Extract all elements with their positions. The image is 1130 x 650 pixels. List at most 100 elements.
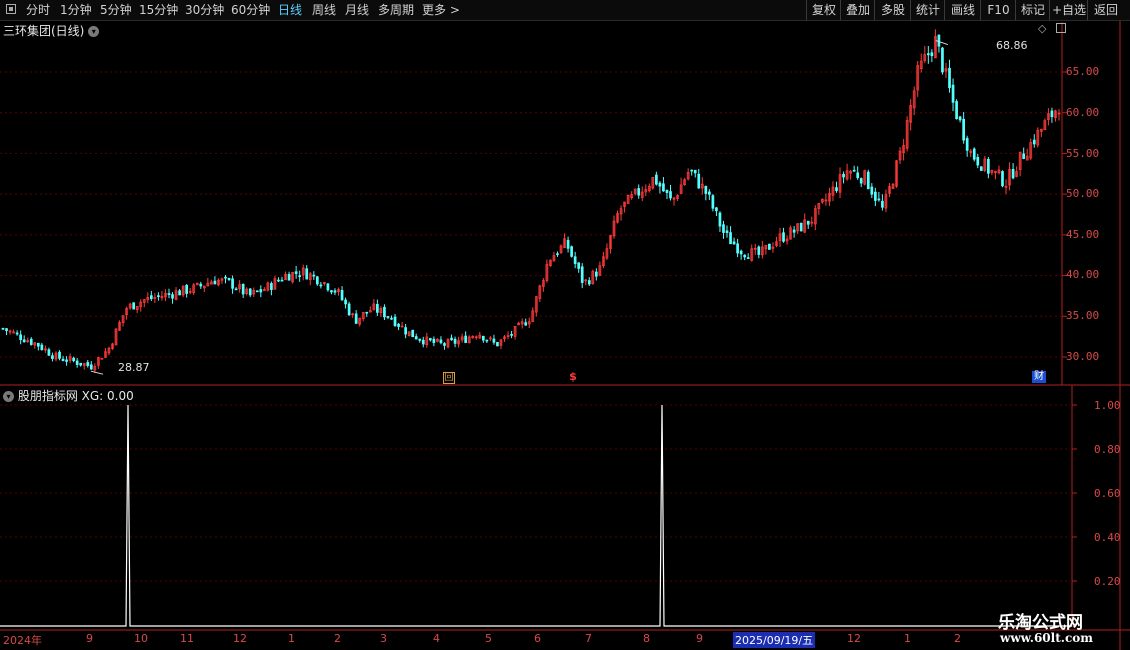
period-tab-weekly[interactable]: 周线 [312,0,336,20]
candle-body [580,266,584,283]
candle-body [213,280,217,285]
candle-body [185,284,189,294]
candle-body [835,187,838,192]
date-label: 4 [433,632,440,645]
date-label: 5 [485,632,492,645]
candle-body [19,334,23,341]
candle-body [979,166,983,171]
low-pointer [90,370,104,375]
candle-body [65,359,68,362]
candle-body [75,360,79,365]
candle-body [89,364,93,370]
back-button[interactable]: 返回 [1087,0,1124,20]
date-label: 12 [847,632,861,645]
candle-body [711,195,715,209]
date-label: 6 [534,632,541,645]
multi-stock-button[interactable]: 多股 [874,0,911,20]
diamond-icon[interactable]: ◇ [1038,22,1046,35]
candle-body [1032,139,1036,145]
candle-body [315,276,319,285]
candle-body [397,323,400,327]
candle-body [987,158,990,174]
period-tab-15min[interactable]: 15分钟 [139,0,178,20]
candle-body [859,178,863,184]
candle-body [941,47,944,73]
finance-marker[interactable]: 财 [1032,371,1046,383]
candle-body [443,343,446,346]
candle-body [171,294,174,299]
candle-body [344,299,347,305]
stock-chart[interactable] [0,21,1130,650]
add-watchlist-button[interactable]: +自选 [1049,0,1088,20]
y-tick-label: 50.00 [1066,187,1100,200]
candle-body [330,290,333,293]
period-tab-60min[interactable]: 60分钟 [231,0,270,20]
candle-body [224,276,227,279]
candle-body [782,232,785,242]
period-tab-1min[interactable]: 1分钟 [60,0,92,20]
candle-body [248,288,252,296]
candle-body [856,172,860,179]
period-tab-monthly[interactable]: 月线 [345,0,369,20]
y-tick-label: 65.00 [1066,65,1100,78]
candle-body [432,338,436,343]
candle-body [280,279,284,282]
mark-button[interactable]: 标记 [1015,0,1050,20]
candle-body [354,313,358,324]
draw-line-button[interactable]: 画线 [944,0,981,20]
candle-body [5,328,8,332]
candle-body [930,52,934,57]
candle-body [61,358,65,362]
statistics-button[interactable]: 统计 [910,0,945,20]
candle-body [376,303,379,313]
candle-body [51,355,54,359]
low-price-label: 28.87 [118,361,150,374]
y-tick-label: 40.00 [1066,268,1100,281]
period-tab-more[interactable]: 更多 > [422,0,460,20]
date-label: 11 [180,632,194,645]
candle-body [768,243,771,250]
candle-body [746,257,750,259]
period-tab-multi[interactable]: 多周期 [378,0,414,20]
panel-toggle-icon[interactable] [1056,23,1066,33]
candle-body [715,207,718,212]
candle-body [132,302,136,310]
candle-body [1050,110,1054,118]
window-icon[interactable] [6,4,16,14]
candle-body [411,329,415,338]
candle-body [326,283,330,291]
candle-body [439,339,443,344]
candle-body [1001,171,1004,187]
replay-marker[interactable]: 回 [443,372,455,384]
candle-body [806,220,810,225]
date-label: 2 [954,632,961,645]
chevron-down-icon[interactable]: ▾ [88,26,100,37]
candle-body [421,339,425,345]
candle-body [58,351,61,359]
candle-body [29,338,33,345]
f10-button[interactable]: F10 [980,0,1016,20]
candle-body [294,271,298,275]
date-label: 1 [288,632,295,645]
period-tab-daily[interactable]: 日线 [278,0,302,20]
candle-body [873,191,877,201]
chevron-down-icon[interactable]: ▾ [3,391,14,402]
xg-signal-line [0,404,1072,627]
indicator-y-tick: 0.40 [1094,531,1121,544]
candle-body [736,243,739,254]
period-tab-5min[interactable]: 5分钟 [100,0,132,20]
y-tick-label: 45.00 [1066,228,1100,241]
candle-body [231,278,234,289]
dollar-marker[interactable]: $ [567,371,579,383]
period-tab-timeshare[interactable]: 分时 [26,0,50,20]
candle-body [693,169,697,174]
period-tab-30min[interactable]: 30分钟 [185,0,224,20]
candle-body [842,173,845,178]
overlay-button[interactable]: 叠加 [840,0,875,20]
candle-body [799,222,803,232]
candle-body [428,338,432,341]
candle-body [757,246,761,255]
adjust-button[interactable]: 复权 [806,0,841,20]
candle-body [450,337,453,341]
candle-body [1022,153,1026,159]
